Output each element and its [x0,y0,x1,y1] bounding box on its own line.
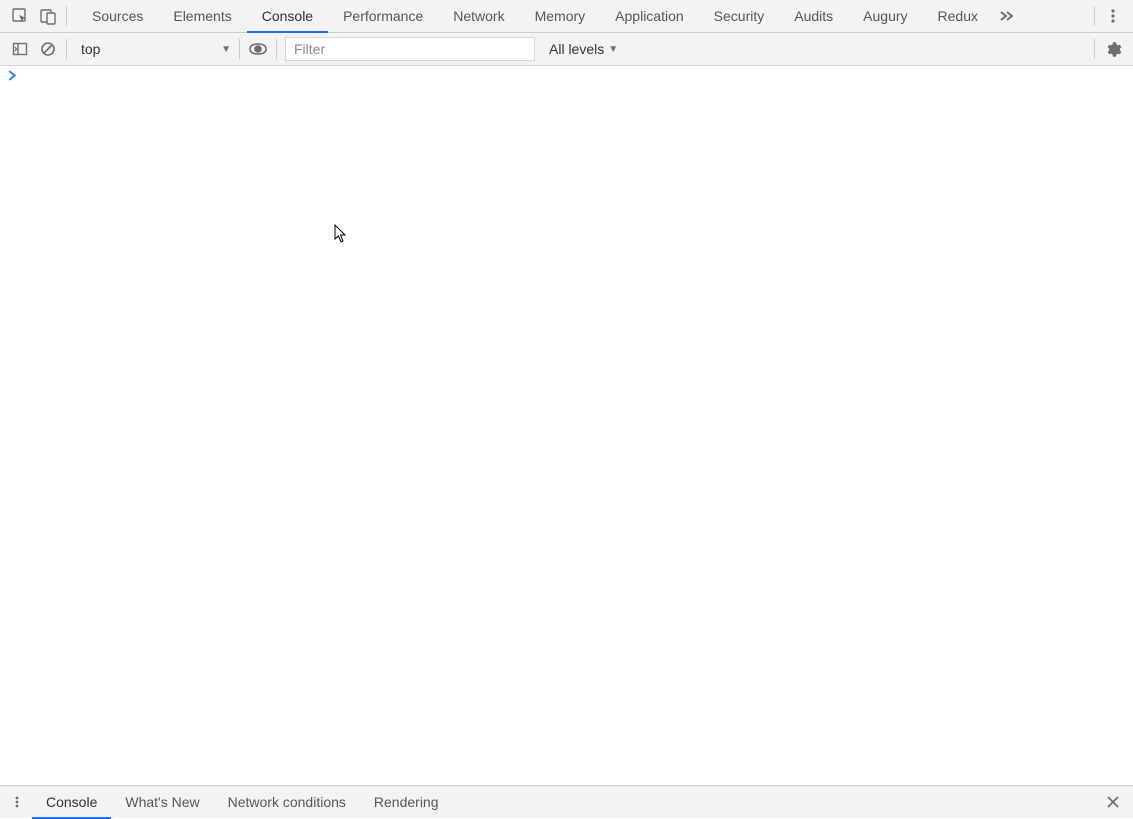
drawer-tab-label: Network conditions [228,794,346,810]
tab-augury[interactable]: Augury [848,0,922,32]
devtools-main-tabbar: Sources Elements Console Performance Network… [0,0,1133,33]
separator [1094,6,1095,26]
tab-performance[interactable]: Performance [328,0,438,32]
console-toolbar: top ▼ All levels ▼ [0,33,1133,66]
drawer-tab-console[interactable]: Console [32,786,111,818]
separator [66,39,67,59]
tab-label: Sources [92,8,143,24]
execution-context-label: top [81,41,100,57]
tab-label: Memory [535,8,586,24]
separator [66,6,67,26]
tab-label: Application [615,8,684,24]
tab-label: Audits [794,8,833,24]
tab-label: Console [262,8,313,24]
live-expression-icon[interactable] [244,35,272,63]
tab-network[interactable]: Network [438,0,519,32]
console-prompt [8,71,17,85]
separator [1094,39,1095,59]
console-settings-icon[interactable] [1099,35,1127,63]
tab-label: Elements [173,8,231,24]
tab-label: Redux [938,8,978,24]
tab-label: Security [714,8,765,24]
drawer-tab-network-conditions[interactable]: Network conditions [214,786,360,818]
tab-application[interactable]: Application [600,0,699,32]
toggle-device-toolbar-icon[interactable] [34,2,62,30]
tab-sources[interactable]: Sources [77,0,158,32]
tab-console[interactable]: Console [247,0,328,32]
inspect-element-icon[interactable] [6,2,34,30]
tab-label: Performance [343,8,423,24]
console-output-area[interactable] [0,66,1133,785]
tab-label: Network [453,8,504,24]
dropdown-triangle-icon: ▼ [221,44,231,55]
console-filter-input[interactable] [285,37,535,61]
log-levels-dropdown[interactable]: All levels ▼ [549,41,618,57]
customize-devtools-icon[interactable] [1099,2,1127,30]
tab-redux[interactable]: Redux [923,0,993,32]
separator [276,39,277,59]
show-console-sidebar-icon[interactable] [6,35,34,63]
tab-memory[interactable]: Memory [520,0,601,32]
mouse-cursor-icon [333,224,349,248]
tab-label: Augury [863,8,907,24]
log-levels-label: All levels [549,41,604,57]
tab-elements[interactable]: Elements [158,0,246,32]
drawer-tab-label: Console [46,794,97,810]
clear-console-icon[interactable] [34,35,62,63]
execution-context-selector[interactable]: top ▼ [75,37,235,61]
drawer-tab-label: What's New [125,794,199,810]
tab-security[interactable]: Security [699,0,780,32]
close-drawer-icon[interactable] [1099,788,1127,816]
dropdown-triangle-icon: ▼ [608,44,618,55]
tab-audits[interactable]: Audits [779,0,848,32]
drawer-tab-what-s-new[interactable]: What's New [111,786,213,818]
drawer-menu-icon[interactable] [6,788,28,816]
more-tabs-icon[interactable] [993,2,1021,30]
drawer-tabs: Console What's New Network conditions Rende… [32,786,453,818]
drawer-tabbar: Console What's New Network conditions Rende… [0,785,1133,818]
drawer-tab-label: Rendering [374,794,439,810]
separator [239,39,240,59]
main-tabs: Sources Elements Console Performance Network… [77,0,993,32]
drawer-tab-rendering[interactable]: Rendering [360,786,453,818]
